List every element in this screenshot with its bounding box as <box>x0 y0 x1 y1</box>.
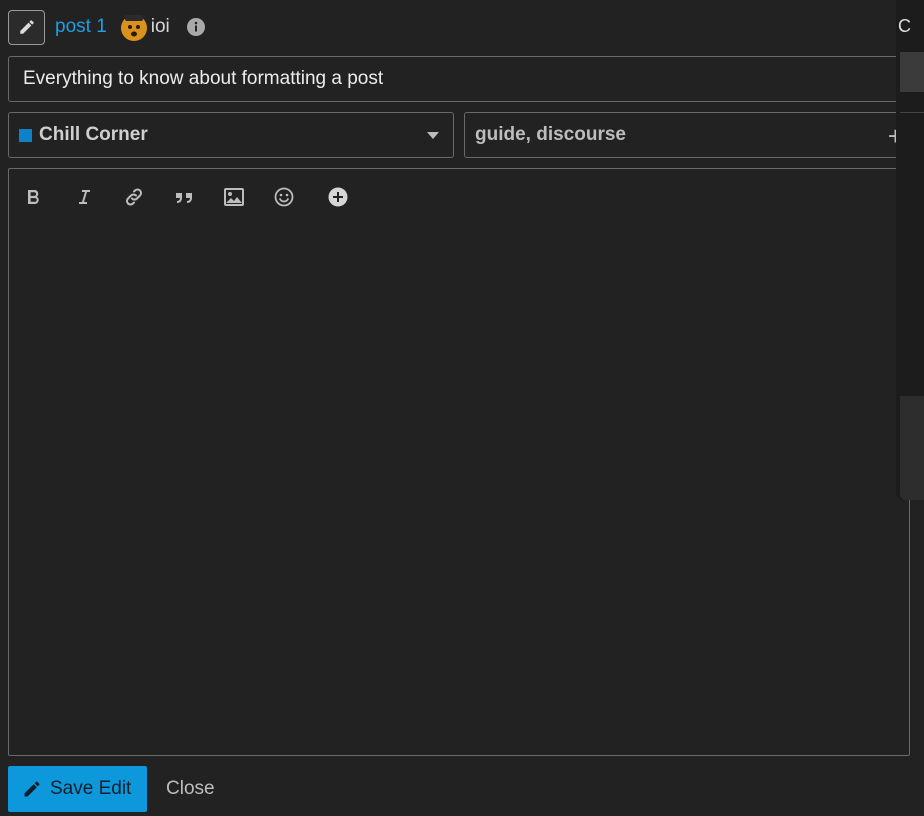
composer-header: post 1 ioi <box>8 9 206 45</box>
category-name: Chill Corner <box>39 124 148 145</box>
bold-button[interactable] <box>9 179 59 215</box>
bold-icon <box>28 190 39 204</box>
preview-panel-heading: C <box>898 16 911 36</box>
user-avatar[interactable] <box>119 12 149 42</box>
options-button[interactable] <box>309 179 367 215</box>
title-input[interactable]: Everything to know about formatting a po… <box>8 56 908 102</box>
editor-toolbar <box>9 179 367 215</box>
link-button[interactable] <box>109 179 159 215</box>
category-selector[interactable]: Chill Corner <box>8 112 454 158</box>
preview-block <box>900 396 924 500</box>
info-icon[interactable] <box>186 17 206 37</box>
category-color-badge <box>19 128 32 142</box>
image-icon <box>224 188 244 206</box>
editor-textarea[interactable] <box>8 168 910 756</box>
username[interactable]: ioi <box>151 16 170 38</box>
save-edit-button[interactable]: Save Edit <box>8 766 147 812</box>
composer-page: post 1 ioi Everything to know about form… <box>0 0 924 816</box>
post-link[interactable]: post 1 <box>55 16 107 38</box>
quote-icon <box>176 193 192 203</box>
caret-down-icon <box>427 132 439 139</box>
save-edit-label: Save Edit <box>50 778 132 799</box>
tags-value: guide, discourse <box>475 124 626 145</box>
image-button[interactable] <box>209 179 259 215</box>
preview-divider <box>900 112 924 113</box>
preview-block <box>900 52 924 92</box>
pencil-icon <box>24 781 40 797</box>
add-icon <box>328 187 348 207</box>
tag-chooser[interactable]: guide, discourse + <box>464 112 908 158</box>
emoji-icon <box>274 187 294 207</box>
emoji-button[interactable] <box>259 179 309 215</box>
italic-button[interactable] <box>59 179 109 215</box>
link-icon <box>125 188 143 206</box>
italic-icon <box>79 190 90 204</box>
edit-mode-button[interactable] <box>8 9 45 45</box>
quote-button[interactable] <box>159 179 209 215</box>
pencil-icon <box>19 20 34 34</box>
close-button[interactable]: Close <box>166 766 215 812</box>
